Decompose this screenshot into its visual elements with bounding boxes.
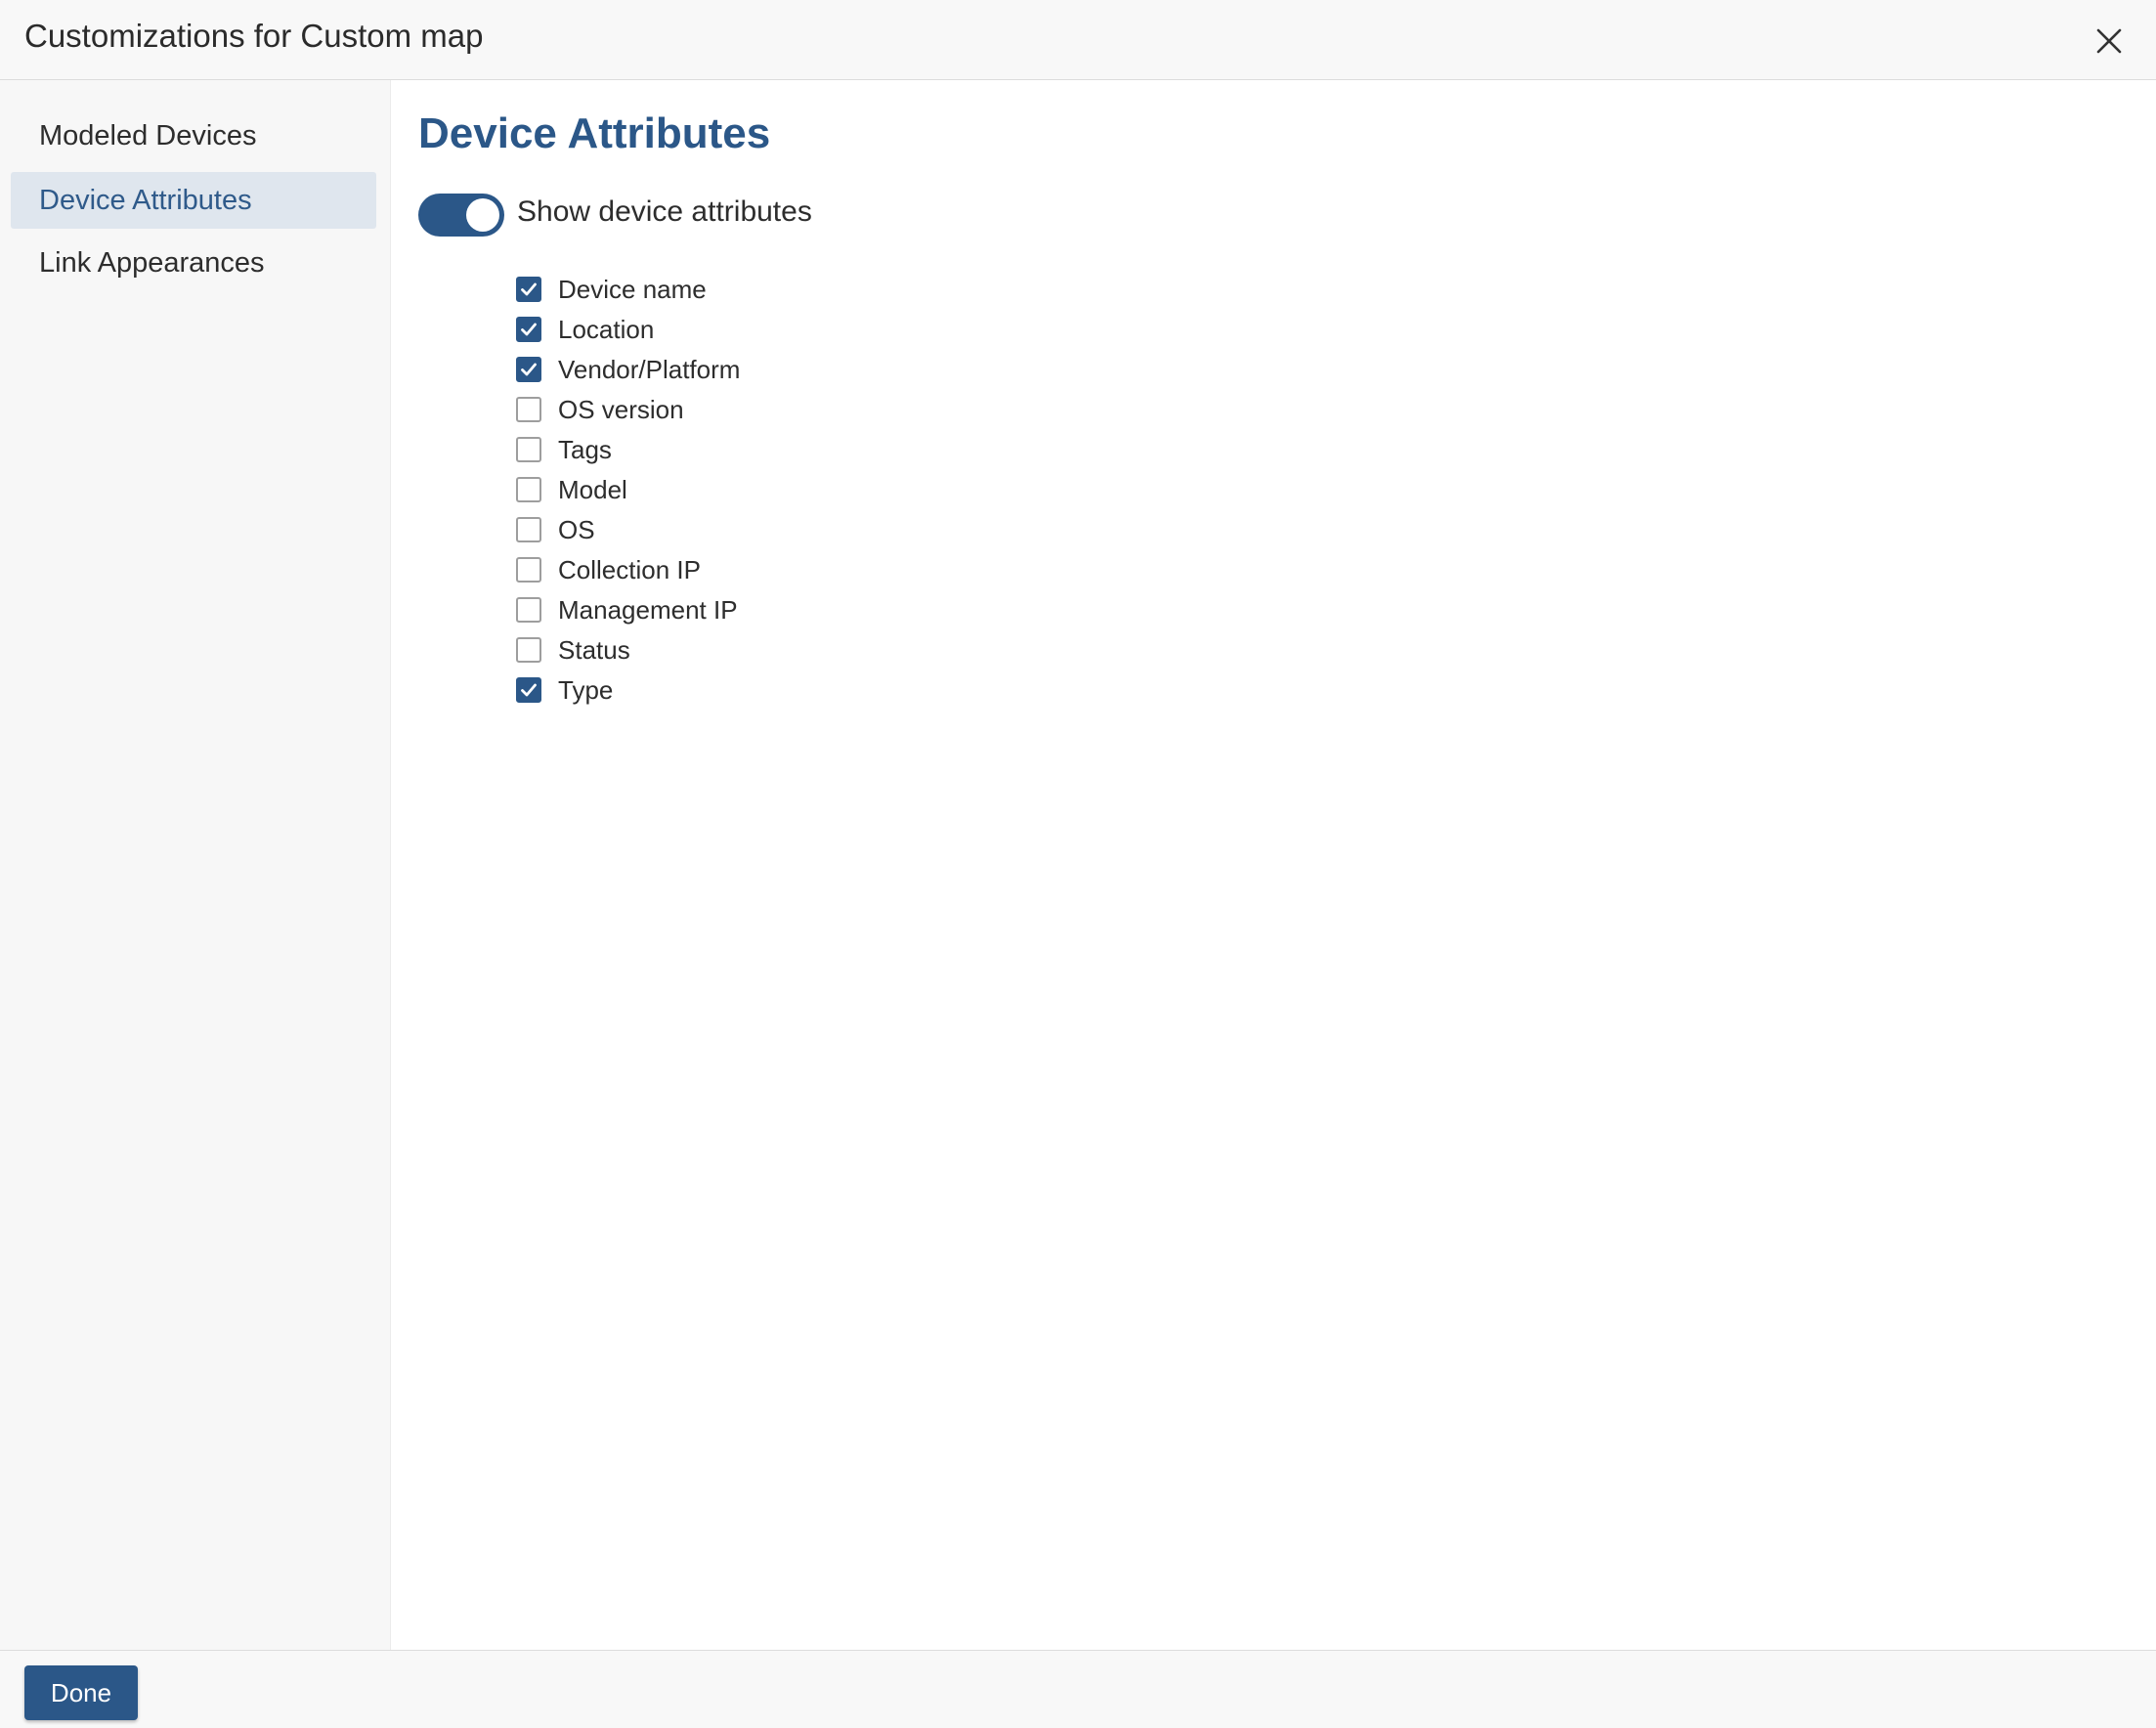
attribute-option[interactable]: Vendor/Platform: [516, 350, 740, 389]
checkmark-icon: [521, 282, 537, 296]
close-button[interactable]: [2090, 22, 2129, 61]
main-panel: Device Attributes Show device attributes…: [391, 80, 2156, 1650]
close-icon: [2096, 28, 2122, 54]
checkmark-icon: [521, 683, 537, 697]
sidebar-item-link-appearances[interactable]: Link Appearances: [11, 235, 376, 291]
attribute-checkbox[interactable]: [516, 277, 541, 302]
attribute-option[interactable]: Type: [516, 670, 613, 710]
attribute-checkbox[interactable]: [516, 357, 541, 382]
attribute-label: Status: [558, 634, 630, 665]
attribute-label: Tags: [558, 434, 612, 464]
attribute-option[interactable]: Location: [516, 310, 654, 349]
show-attributes-toggle[interactable]: [418, 194, 504, 237]
checkmark-icon: [521, 363, 537, 376]
attribute-checkbox[interactable]: [516, 557, 541, 583]
toggle-label: Show device attributes: [517, 195, 812, 228]
attribute-checkbox[interactable]: [516, 677, 541, 703]
attribute-label: Vendor/Platform: [558, 354, 741, 384]
attribute-checkbox[interactable]: [516, 637, 541, 663]
page-title: Device Attributes: [418, 109, 771, 157]
attribute-checkbox[interactable]: [516, 437, 541, 462]
customizations-dialog: Customizations for Custom map Modeled De…: [0, 0, 2156, 1728]
attribute-option[interactable]: Collection IP: [516, 550, 701, 589]
attribute-label: Collection IP: [558, 554, 701, 584]
attribute-checkbox[interactable]: [516, 477, 541, 502]
sidebar-item-modeled-devices[interactable]: Modeled Devices: [11, 108, 376, 164]
attribute-checkbox[interactable]: [516, 517, 541, 542]
done-button[interactable]: Done: [24, 1665, 138, 1720]
dialog-header: Customizations for Custom map: [0, 0, 2156, 80]
attribute-checkbox[interactable]: [516, 317, 541, 342]
attribute-label: OS: [558, 514, 595, 544]
attribute-label: Device name: [558, 274, 707, 304]
attribute-option[interactable]: Model: [516, 470, 627, 509]
attribute-option[interactable]: OS: [516, 510, 595, 549]
attribute-label: Model: [558, 474, 627, 504]
attribute-option[interactable]: Management IP: [516, 590, 738, 629]
attribute-checkbox[interactable]: [516, 397, 541, 422]
toggle-knob: [466, 198, 499, 232]
sidebar: Modeled Devices Device Attributes Link A…: [0, 80, 391, 1650]
attribute-option[interactable]: Status: [516, 630, 630, 670]
attribute-option[interactable]: OS version: [516, 390, 684, 429]
dialog-title: Customizations for Custom map: [24, 18, 484, 54]
attribute-label: Location: [558, 314, 655, 344]
attribute-label: Type: [558, 674, 614, 705]
attribute-label: OS version: [558, 394, 684, 424]
checkmark-icon: [521, 323, 537, 336]
attribute-checkbox[interactable]: [516, 597, 541, 623]
attribute-option[interactable]: Device name: [516, 270, 707, 309]
sidebar-item-device-attributes[interactable]: Device Attributes: [11, 172, 376, 229]
attribute-option[interactable]: Tags: [516, 430, 612, 469]
dialog-footer: Done: [0, 1650, 2156, 1728]
attribute-label: Management IP: [558, 594, 738, 625]
